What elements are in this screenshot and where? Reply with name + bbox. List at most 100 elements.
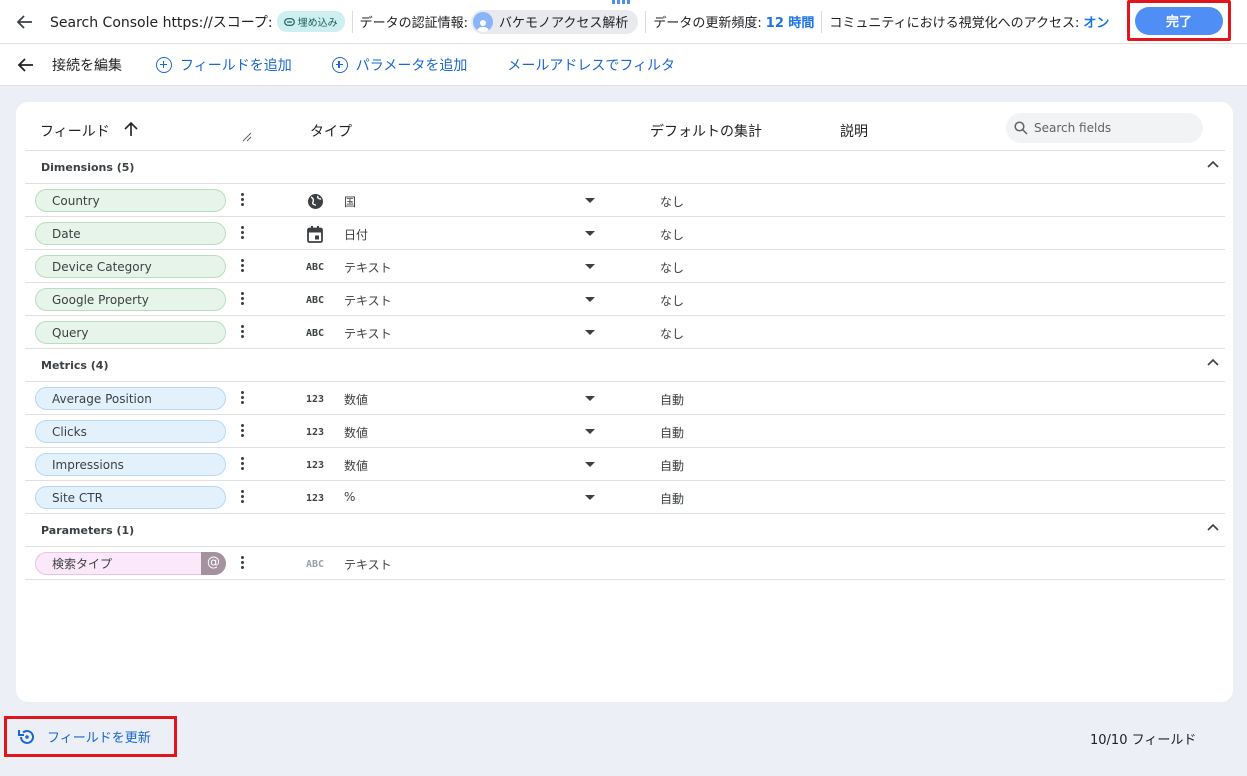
more-vert-icon[interactable]: [241, 193, 245, 209]
more-vert-icon[interactable]: [241, 457, 245, 473]
more-vert-icon[interactable]: [241, 292, 245, 308]
table-row: Country 国 なし: [25, 183, 1225, 216]
more-vert-icon[interactable]: [241, 391, 245, 407]
table-row: Clicks 123 数値 自動: [25, 414, 1225, 447]
fields-card: フィールド タイプ デフォルトの集計 説明 Search fields Dime…: [16, 102, 1233, 702]
table-row: Date 日付 なし: [25, 216, 1225, 249]
aggregation-value: なし: [660, 261, 685, 275]
more-vert-icon[interactable]: [241, 226, 245, 242]
edit-connection-button[interactable]: 接続を編集: [52, 55, 122, 75]
more-vert-icon[interactable]: [241, 556, 245, 572]
section-parameters[interactable]: Parameters (1): [25, 513, 1225, 546]
type-dropdown-arrow-icon[interactable]: [585, 297, 595, 302]
add-parameter-label: パラメータを追加: [355, 57, 468, 74]
table-row: Average Position 123 数値 自動: [25, 381, 1225, 414]
more-vert-icon[interactable]: [241, 424, 245, 440]
dimension-chip[interactable]: Date: [35, 222, 226, 245]
table-row: Device Category ABC テキスト なし: [25, 249, 1225, 282]
more-vert-icon[interactable]: [241, 325, 245, 341]
add-field-button[interactable]: フィールドを追加: [156, 55, 292, 75]
avatar: [473, 11, 494, 32]
drag-handle-icon: [612, 0, 634, 4]
type-dropdown-arrow-icon[interactable]: [585, 264, 595, 269]
chevron-up-icon[interactable]: [1207, 523, 1219, 531]
type-label: %: [344, 490, 356, 504]
top-header: Search Console https://スコープ: 埋め込み データの認証…: [0, 0, 1247, 44]
type-label: テキスト: [344, 327, 392, 341]
toolbar: 接続を編集 フィールドを追加 パラメータを追加 メールアドレスでフィルタ: [0, 44, 1247, 86]
back-arrow-icon[interactable]: [0, 0, 50, 44]
chevron-up-icon[interactable]: [1207, 160, 1219, 168]
aggregation-value: なし: [660, 228, 685, 242]
freshness-label: データの更新頻度:: [653, 16, 762, 31]
parameter-chip[interactable]: 検索タイプ @: [35, 552, 226, 575]
edit-connection-back-icon[interactable]: [0, 56, 52, 74]
sort-ascending-icon[interactable]: [123, 121, 139, 137]
aggregation-value: 自動: [660, 393, 685, 407]
type-dropdown-arrow-icon[interactable]: [585, 396, 595, 401]
data-source-title: Search Console https://スコープ:: [50, 14, 273, 31]
refresh-fields-button[interactable]: フィールドを更新: [4, 716, 177, 757]
metric-chip[interactable]: Clicks: [35, 420, 226, 443]
globe-icon: [305, 191, 325, 211]
credentials-chip[interactable]: バケモノアクセス解析: [471, 9, 639, 34]
type-dropdown-arrow-icon[interactable]: [585, 330, 595, 335]
search-icon: [1014, 121, 1028, 135]
type-label: テキスト: [344, 558, 392, 572]
table-row: Impressions 123 数値 自動: [25, 447, 1225, 480]
search-fields-input[interactable]: Search fields: [1006, 113, 1203, 143]
type-label: 日付: [344, 228, 369, 242]
dimension-chip[interactable]: Device Category: [35, 255, 226, 278]
section-dimensions[interactable]: Dimensions (5): [25, 150, 1225, 183]
more-vert-icon[interactable]: [241, 259, 245, 275]
search-placeholder: Search fields: [1034, 121, 1112, 135]
table-row: 検索タイプ @ ABC テキスト: [25, 546, 1225, 579]
table-row: Site CTR 123 % 自動: [25, 480, 1225, 513]
123-icon: 123: [305, 426, 325, 438]
dimension-chip[interactable]: Country: [35, 189, 226, 212]
column-header-field[interactable]: フィールド: [40, 121, 110, 141]
more-vert-icon[interactable]: [241, 490, 245, 506]
done-button[interactable]: 完了: [1135, 6, 1223, 35]
divider: [645, 10, 647, 33]
column-resize-handle-icon[interactable]: [242, 132, 252, 142]
type-label: 数値: [344, 426, 369, 440]
parameter-name: 検索タイプ: [52, 557, 113, 571]
table-row: Query ABC テキスト なし: [25, 315, 1225, 348]
refresh-icon: [18, 729, 34, 744]
add-circle-icon: [156, 56, 172, 73]
type-dropdown-arrow-icon[interactable]: [585, 429, 595, 434]
section-label: Dimensions (5): [41, 161, 135, 174]
123-icon: 123: [305, 459, 325, 471]
filter-by-email-button[interactable]: メールアドレスでフィルタ: [507, 55, 675, 75]
dimension-chip[interactable]: Query: [35, 321, 226, 344]
calendar-icon: [305, 224, 325, 244]
aggregation-value: 自動: [660, 492, 685, 506]
dimension-chip[interactable]: Google Property: [35, 288, 226, 311]
scope-pill: 埋め込み: [276, 11, 345, 32]
chevron-up-icon[interactable]: [1207, 358, 1219, 366]
add-parameter-button[interactable]: パラメータを追加: [331, 55, 468, 75]
metric-chip[interactable]: Impressions: [35, 453, 226, 476]
type-dropdown-arrow-icon[interactable]: [585, 462, 595, 467]
aggregation-value: 自動: [660, 426, 685, 440]
metric-chip[interactable]: Average Position: [35, 387, 226, 410]
section-label: Metrics (4): [41, 359, 109, 372]
add-circle-icon: [331, 56, 348, 73]
freshness-value-link[interactable]: 12 時間: [766, 12, 815, 31]
type-dropdown-arrow-icon[interactable]: [585, 495, 595, 500]
type-label: テキスト: [344, 261, 392, 275]
type-label: テキスト: [344, 294, 392, 308]
community-access-value-link[interactable]: オン: [1083, 12, 1109, 31]
done-button-highlight: 完了: [1127, 0, 1231, 41]
section-metrics[interactable]: Metrics (4): [25, 348, 1225, 381]
link-icon: [283, 17, 295, 26]
123-icon: 123: [305, 393, 325, 405]
type-dropdown-arrow-icon[interactable]: [585, 198, 595, 203]
community-access-label: コミュニティにおける視覚化へのアクセス:: [829, 16, 1080, 31]
parameter-badge-icon: @: [201, 552, 226, 575]
column-header-type: タイプ: [310, 124, 352, 140]
metric-chip[interactable]: Site CTR: [35, 486, 226, 509]
type-label: 数値: [344, 459, 369, 473]
type-dropdown-arrow-icon[interactable]: [585, 231, 595, 236]
